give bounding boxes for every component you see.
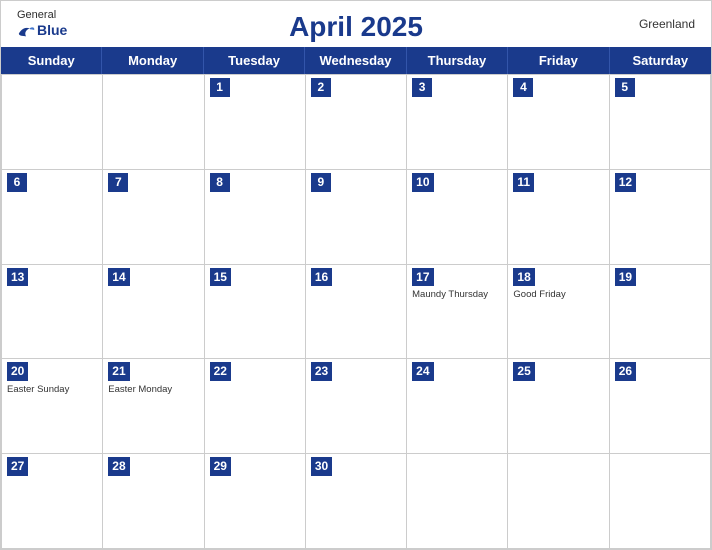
day-number: 27 — [7, 457, 28, 476]
day-cell: 28 — [103, 454, 204, 549]
day-cell: 21 Easter Monday — [103, 359, 204, 454]
holiday-name: Good Friday — [513, 289, 603, 301]
day-number: 26 — [615, 362, 636, 381]
day-cell: 27 — [2, 454, 103, 549]
day-cell: 10 — [407, 170, 508, 265]
day-cell: 22 — [205, 359, 306, 454]
day-cell: 5 — [610, 75, 711, 170]
header-sunday: Sunday — [1, 47, 102, 74]
day-number: 25 — [513, 362, 534, 381]
day-number: 29 — [210, 457, 231, 476]
day-number: 9 — [311, 173, 331, 192]
day-cell — [610, 454, 711, 549]
day-cell: 20 Easter Sunday — [2, 359, 103, 454]
day-cell: 11 — [508, 170, 609, 265]
day-cell: 24 — [407, 359, 508, 454]
day-cell: 6 — [2, 170, 103, 265]
day-cell — [103, 75, 204, 170]
day-number: 11 — [513, 173, 534, 192]
day-number: 16 — [311, 268, 332, 287]
header-thursday: Thursday — [407, 47, 508, 74]
holiday-name: Maundy Thursday — [412, 289, 502, 301]
day-cell: 25 — [508, 359, 609, 454]
day-cell: 16 — [306, 265, 407, 360]
day-number: 1 — [210, 78, 230, 97]
day-cell: 18 Good Friday — [508, 265, 609, 360]
header-tuesday: Tuesday — [204, 47, 305, 74]
day-cell: 7 — [103, 170, 204, 265]
day-cell: 12 — [610, 170, 711, 265]
logo: General Blue — [17, 9, 67, 39]
day-number: 14 — [108, 268, 129, 287]
logo-general-text: General — [17, 9, 56, 22]
header-friday: Friday — [508, 47, 609, 74]
day-cell: 14 — [103, 265, 204, 360]
day-cell: 1 — [205, 75, 306, 170]
day-number: 12 — [615, 173, 636, 192]
day-cell: 8 — [205, 170, 306, 265]
day-number: 8 — [210, 173, 230, 192]
month-title: April 2025 — [289, 11, 423, 43]
logo-bird-icon — [17, 24, 35, 38]
day-number: 3 — [412, 78, 432, 97]
day-cell: 15 — [205, 265, 306, 360]
day-cell: 9 — [306, 170, 407, 265]
day-number: 5 — [615, 78, 635, 97]
day-number: 21 — [108, 362, 129, 381]
holiday-name: Easter Monday — [108, 384, 198, 396]
day-cell: 17 Maundy Thursday — [407, 265, 508, 360]
day-number: 17 — [412, 268, 433, 287]
day-cell: 30 — [306, 454, 407, 549]
header-saturday: Saturday — [610, 47, 711, 74]
day-number: 22 — [210, 362, 231, 381]
day-number: 28 — [108, 457, 129, 476]
day-cell: 2 — [306, 75, 407, 170]
header-wednesday: Wednesday — [305, 47, 406, 74]
day-cell — [508, 454, 609, 549]
day-cell: 19 — [610, 265, 711, 360]
calendar: General Blue April 2025 Greenland Sunday… — [0, 0, 712, 550]
region-label: Greenland — [639, 17, 695, 31]
day-number: 20 — [7, 362, 28, 381]
day-cell: 29 — [205, 454, 306, 549]
day-cell — [407, 454, 508, 549]
day-number: 10 — [412, 173, 433, 192]
day-cell — [2, 75, 103, 170]
day-number: 23 — [311, 362, 332, 381]
day-number: 7 — [108, 173, 128, 192]
day-number: 18 — [513, 268, 534, 287]
day-number: 15 — [210, 268, 231, 287]
holiday-name: Easter Sunday — [7, 384, 97, 396]
day-cell: 23 — [306, 359, 407, 454]
day-cell: 4 — [508, 75, 609, 170]
day-number: 4 — [513, 78, 533, 97]
day-cell: 26 — [610, 359, 711, 454]
calendar-grid: 1234567891011121314151617Maundy Thursday… — [1, 74, 711, 549]
header-monday: Monday — [102, 47, 203, 74]
day-number: 13 — [7, 268, 28, 287]
calendar-header: General Blue April 2025 Greenland — [1, 1, 711, 47]
day-cell: 13 — [2, 265, 103, 360]
logo-blue-text: Blue — [17, 22, 67, 39]
day-number: 6 — [7, 173, 27, 192]
day-number: 2 — [311, 78, 331, 97]
day-number: 19 — [615, 268, 636, 287]
day-number: 30 — [311, 457, 332, 476]
day-cell: 3 — [407, 75, 508, 170]
day-headers-row: Sunday Monday Tuesday Wednesday Thursday… — [1, 47, 711, 74]
day-number: 24 — [412, 362, 433, 381]
